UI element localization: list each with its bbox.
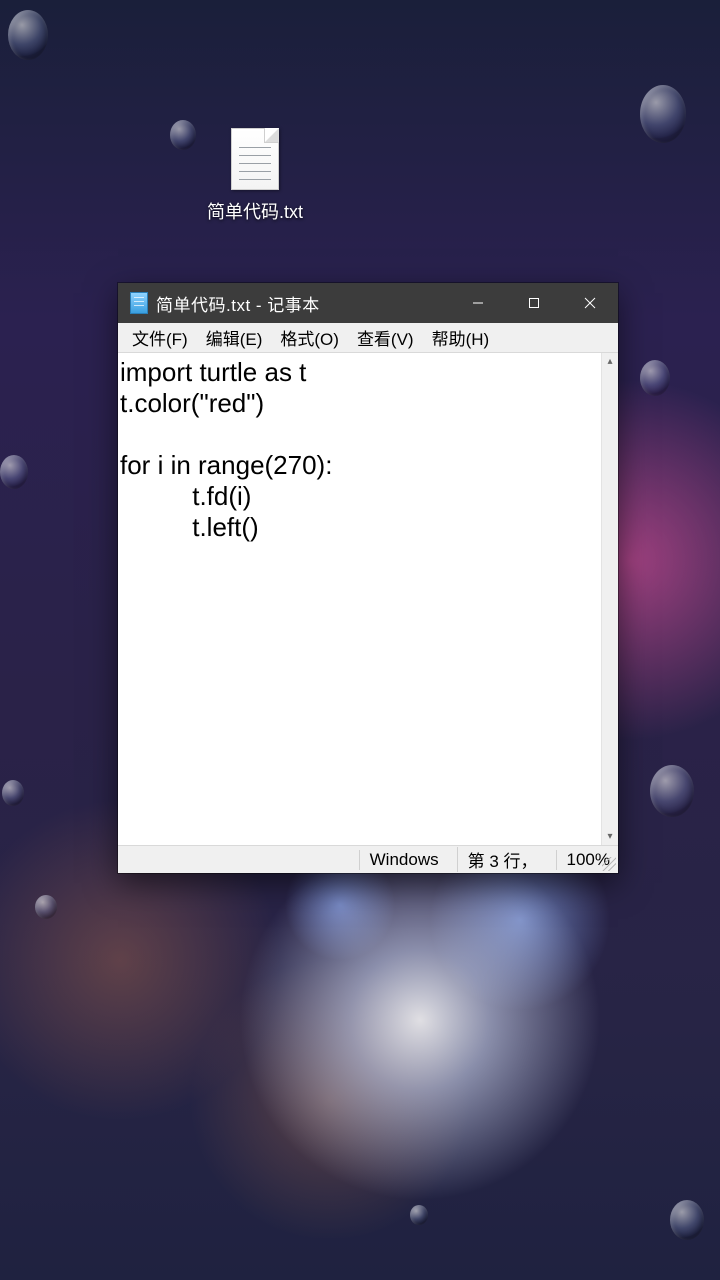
window-title: 简单代码.txt - 记事本 (156, 291, 320, 316)
window-controls (450, 283, 618, 323)
desktop-file-icon[interactable]: 简单代码.txt (200, 128, 310, 224)
water-drop (2, 780, 24, 806)
water-drop (670, 1200, 704, 1240)
menu-edit[interactable]: 编辑(E) (198, 323, 271, 352)
minimize-icon (472, 297, 484, 309)
titlebar[interactable]: 简单代码.txt - 记事本 (118, 283, 618, 323)
status-caret: 第 3 行， (457, 847, 538, 872)
vertical-scrollbar[interactable]: ▴ ▾ (601, 353, 618, 845)
close-icon (584, 297, 596, 309)
maximize-icon (528, 297, 540, 309)
editor-textarea[interactable] (118, 353, 601, 845)
maximize-button[interactable] (506, 283, 562, 323)
menu-help[interactable]: 帮助(H) (424, 323, 498, 352)
menubar: 文件(F) 编辑(E) 格式(O) 查看(V) 帮助(H) (118, 323, 618, 353)
menu-view[interactable]: 查看(V) (349, 323, 422, 352)
water-drop (640, 360, 670, 396)
minimize-button[interactable] (450, 283, 506, 323)
desktop-file-label: 简单代码.txt (207, 198, 303, 224)
statusbar: Windows 第 3 行， 100% (118, 845, 618, 873)
scroll-down-icon: ▾ (607, 828, 612, 845)
menu-format[interactable]: 格式(O) (272, 323, 347, 352)
water-drop (8, 10, 48, 60)
close-button[interactable] (562, 283, 618, 323)
water-drop (410, 1205, 428, 1225)
water-drop (0, 455, 28, 489)
water-drop (35, 895, 57, 919)
text-file-icon (231, 128, 279, 190)
editor-area: ▴ ▾ (118, 353, 618, 845)
desktop: 简单代码.txt 简单代码.txt - 记事本 文件(F) 编辑(E) 格式(O… (0, 0, 720, 1280)
menu-file[interactable]: 文件(F) (124, 323, 196, 352)
water-drop (170, 120, 196, 150)
resize-grip[interactable] (602, 857, 616, 871)
notepad-icon (130, 292, 148, 314)
water-drop (650, 765, 694, 817)
status-platform: Windows (359, 850, 439, 870)
scroll-up-icon: ▴ (607, 353, 612, 370)
notepad-window: 简单代码.txt - 记事本 文件(F) 编辑(E) 格式(O) 查看(V) 帮… (118, 283, 618, 873)
water-drop (640, 85, 686, 143)
